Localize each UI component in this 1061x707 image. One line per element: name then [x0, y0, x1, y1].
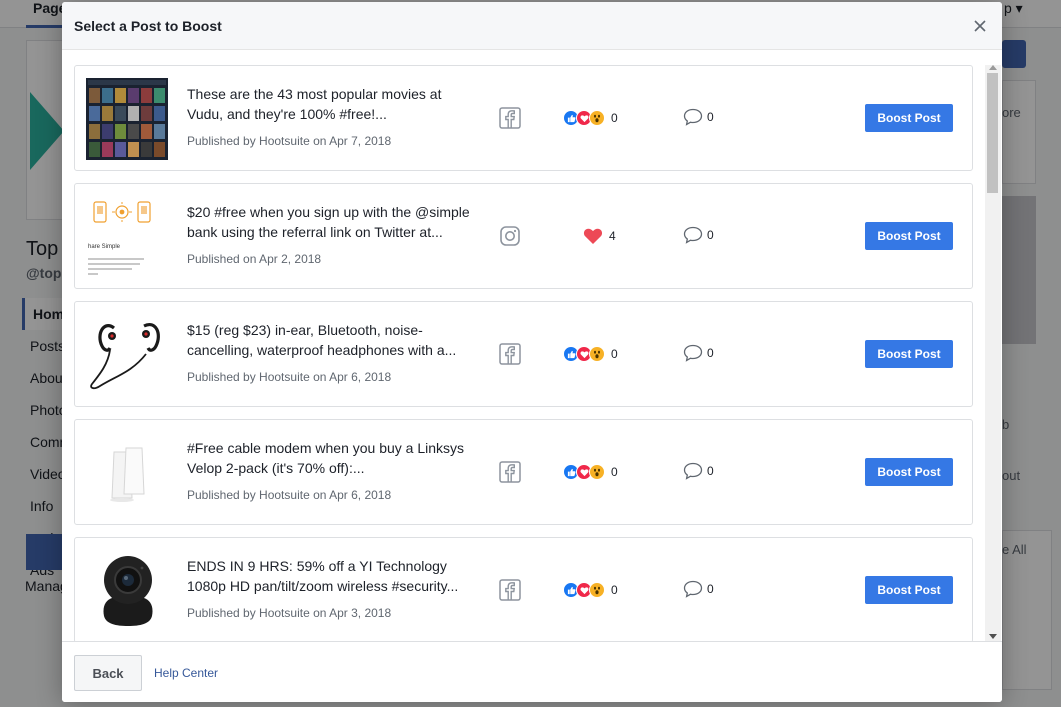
post-text-line-1: These are the 43 most popular movies at: [187, 86, 442, 102]
wow-icon: [589, 582, 605, 598]
post-meta: Published by Hootsuite on Apr 6, 2018: [187, 370, 392, 384]
post-text-line-1: ENDS IN 9 HRS: 59% off a YI Technology: [187, 558, 447, 574]
comments: 0: [683, 580, 714, 598]
facebook-icon: [499, 461, 521, 483]
scroll-up-arrow-icon[interactable]: [989, 65, 997, 70]
reactions: 0: [563, 463, 618, 481]
comment-count: 0: [707, 346, 714, 360]
post-thumbnail-simple-bank: hare Simple: [86, 196, 168, 278]
comment-count: 0: [707, 228, 714, 242]
post-row[interactable]: ENDS IN 9 HRS: 59% off a YI Technology 1…: [74, 537, 973, 641]
dialog-footer: Back Help Center: [62, 641, 1002, 702]
post-thumbnail-movies: [86, 78, 168, 160]
post-text: $20 #free when you sign up with the @sim…: [187, 202, 477, 242]
boost-post-button[interactable]: Boost Post: [865, 576, 953, 604]
post-text-line-1: $15 (reg $23) in-ear, Bluetooth, noise-: [187, 322, 423, 338]
post-text-line-2: cancelling, waterproof headphones with a…: [187, 342, 457, 358]
post-meta: Published by Hootsuite on Apr 7, 2018: [187, 134, 392, 148]
post-text-line-1: $20 #free when you sign up with the @sim…: [187, 204, 470, 220]
post-text-line-2: Velop 2-pack (it's 70% off):...: [187, 460, 365, 476]
reaction-count: 0: [611, 347, 618, 361]
post-text-line-1: #Free cable modem when you buy a Linksys: [187, 440, 465, 456]
facebook-icon: [499, 107, 521, 129]
facebook-icon: [499, 343, 521, 365]
boost-post-button[interactable]: Boost Post: [865, 104, 953, 132]
svg-text:hare Simple: hare Simple: [88, 244, 121, 250]
boost-post-button[interactable]: Boost Post: [865, 340, 953, 368]
post-row[interactable]: $15 (reg $23) in-ear, Bluetooth, noise- …: [74, 301, 973, 407]
comments: 0: [683, 344, 714, 362]
post-thumbnail-headphones: [86, 314, 168, 396]
boost-post-button[interactable]: Boost Post: [865, 458, 953, 486]
comments: 0: [683, 226, 714, 244]
reaction-count: 4: [609, 229, 616, 243]
scrollbar-thumb[interactable]: [987, 73, 998, 193]
reaction-count: 0: [611, 465, 618, 479]
dialog-header: Select a Post to Boost: [62, 2, 1002, 50]
post-text-line-2: 1080p HD pan/tilt/zoom wireless #securit…: [187, 578, 459, 594]
post-row[interactable]: These are the 43 most popular movies at …: [74, 65, 973, 171]
post-meta: Published by Hootsuite on Apr 3, 2018: [187, 606, 392, 620]
scroll-down-arrow-icon[interactable]: [989, 634, 997, 639]
comment-icon: [683, 108, 703, 126]
heart-icon: [583, 228, 603, 244]
comment-icon: [683, 226, 703, 244]
post-meta: Published on Apr 2, 2018: [187, 252, 322, 266]
post-thumbnail-modem: [86, 432, 168, 514]
close-icon: [974, 20, 986, 32]
instagram-icon: [500, 226, 520, 246]
post-list-scroll-area[interactable]: These are the 43 most popular movies at …: [62, 51, 1002, 641]
post-text: These are the 43 most popular movies at …: [187, 84, 477, 124]
boost-post-button[interactable]: Boost Post: [865, 222, 953, 250]
close-button[interactable]: [968, 14, 992, 38]
facebook-icon: [499, 579, 521, 601]
comment-count: 0: [707, 110, 714, 124]
wow-icon: [589, 346, 605, 362]
post-text-line-2: bank using the referral link on Twitter …: [187, 224, 443, 240]
comments: 0: [683, 108, 714, 126]
comment-count: 0: [707, 582, 714, 596]
boost-post-dialog: Select a Post to Boost These are the 43 …: [62, 2, 1002, 702]
comment-icon: [683, 580, 703, 598]
reaction-count: 0: [611, 583, 618, 597]
comment-icon: [683, 462, 703, 480]
post-meta: Published by Hootsuite on Apr 6, 2018: [187, 488, 392, 502]
comment-icon: [683, 344, 703, 362]
post-row[interactable]: hare Simple $20 #free when you sign up w…: [74, 183, 973, 289]
reactions: 4: [583, 227, 616, 245]
scrollbar[interactable]: [985, 65, 1001, 641]
wow-icon: [589, 110, 605, 126]
reaction-count: 0: [611, 111, 618, 125]
reactions: 0: [563, 109, 618, 127]
post-text: $15 (reg $23) in-ear, Bluetooth, noise- …: [187, 320, 477, 360]
post-row[interactable]: #Free cable modem when you buy a Linksys…: [74, 419, 973, 525]
reactions: 0: [563, 345, 618, 363]
post-text: ENDS IN 9 HRS: 59% off a YI Technology 1…: [187, 556, 477, 596]
post-text-line-2: Vudu, and they're 100% #free!...: [187, 106, 387, 122]
comments: 0: [683, 462, 714, 480]
post-thumbnail-camera: [86, 550, 168, 632]
help-center-link[interactable]: Help Center: [154, 666, 218, 680]
dialog-title: Select a Post to Boost: [74, 18, 222, 34]
wow-icon: [589, 464, 605, 480]
reactions: 0: [563, 581, 618, 599]
post-list: These are the 43 most popular movies at …: [74, 65, 973, 641]
back-button[interactable]: Back: [74, 655, 142, 691]
comment-count: 0: [707, 464, 714, 478]
post-text: #Free cable modem when you buy a Linksys…: [187, 438, 477, 478]
